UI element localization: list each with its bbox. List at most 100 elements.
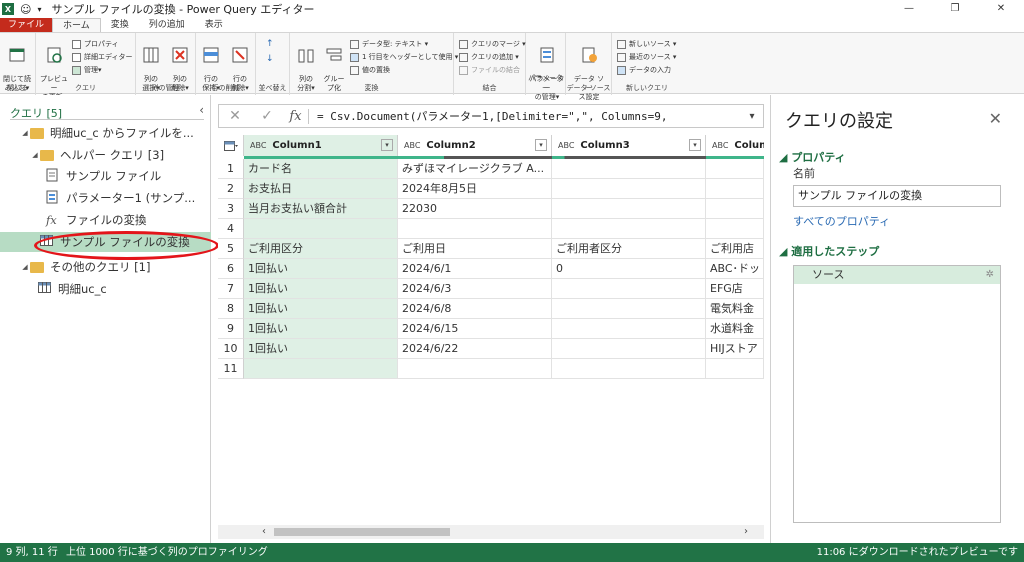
status-profiling[interactable]: 上位 1000 行に基づく列のプロファイリング bbox=[66, 543, 268, 562]
grid-cell[interactable]: みずほマイレージクラブ A... bbox=[398, 159, 552, 179]
sort-descending-button[interactable]: ↓ bbox=[266, 53, 274, 65]
grid-cell[interactable]: EFG店 bbox=[706, 279, 764, 299]
grid-cell[interactable]: 2024/6/22 bbox=[398, 339, 552, 359]
properties-button[interactable]: プロパティ bbox=[72, 38, 119, 50]
tab-file[interactable]: ファイル bbox=[0, 18, 53, 32]
data-type-dropdown[interactable]: データ型: テキスト ▾ bbox=[350, 38, 428, 50]
row-number[interactable]: 8 bbox=[218, 299, 244, 319]
scroll-right-icon[interactable]: › bbox=[744, 525, 748, 539]
grid-cell[interactable] bbox=[552, 359, 706, 379]
grid-cell[interactable]: 2024/6/15 bbox=[398, 319, 552, 339]
row-number[interactable]: 6 bbox=[218, 259, 244, 279]
table-menu-button[interactable] bbox=[218, 135, 244, 156]
close-settings-icon[interactable]: ✕ bbox=[989, 109, 1002, 128]
grid-cell[interactable]: カード名 bbox=[244, 159, 398, 179]
grid-cell[interactable]: 22030 bbox=[398, 199, 552, 219]
gear-icon[interactable]: ✲ bbox=[986, 266, 994, 284]
applied-steps-section-header[interactable]: ◢ 適用したステップ bbox=[779, 243, 879, 259]
expand-triangle-icon[interactable]: ◢ bbox=[30, 151, 40, 159]
row-number[interactable]: 1 bbox=[218, 159, 244, 179]
tree-item-other-queries-folder[interactable]: ◢ その他のクエリ [1] bbox=[0, 257, 210, 277]
tree-item-helper-folder[interactable]: ◢ ヘルパー クエリ [3] bbox=[0, 145, 210, 165]
text-type-icon[interactable]: ABC bbox=[250, 141, 266, 150]
collapse-pane-icon[interactable]: ‹ bbox=[199, 103, 204, 117]
text-type-icon[interactable]: ABC bbox=[558, 141, 574, 150]
row-number[interactable]: 10 bbox=[218, 339, 244, 359]
cancel-formula-icon[interactable]: ✕ bbox=[219, 108, 251, 124]
applied-step-source[interactable]: ソース ✲ bbox=[794, 266, 1000, 284]
column-header-3[interactable]: ABC Column3 ▾ bbox=[552, 135, 706, 156]
grid-cell[interactable] bbox=[706, 159, 764, 179]
column-header-4[interactable]: ABC Column4 bbox=[706, 135, 764, 156]
grid-cell[interactable]: 2024/6/1 bbox=[398, 259, 552, 279]
grid-cell[interactable]: 1回払い bbox=[244, 339, 398, 359]
grid-cell[interactable]: 0 bbox=[552, 259, 706, 279]
confirm-formula-icon[interactable]: ✓ bbox=[251, 108, 283, 124]
smiley-icon[interactable]: ☺ bbox=[20, 3, 31, 16]
grid-cell[interactable]: ご利用者区分 bbox=[552, 239, 706, 259]
grid-cell[interactable]: 2024/6/3 bbox=[398, 279, 552, 299]
row-number[interactable]: 5 bbox=[218, 239, 244, 259]
grid-cell[interactable]: 電気料金 bbox=[706, 299, 764, 319]
row-number[interactable]: 3 bbox=[218, 199, 244, 219]
fx-icon[interactable]: fx bbox=[283, 108, 309, 124]
advanced-editor-button[interactable]: 詳細エディター bbox=[72, 51, 133, 63]
grid-cell[interactable] bbox=[552, 299, 706, 319]
properties-section-header[interactable]: ◢ プロパティ bbox=[779, 149, 846, 165]
scrollbar-thumb[interactable] bbox=[274, 528, 450, 536]
grid-cell[interactable] bbox=[398, 359, 552, 379]
enter-data-button[interactable]: データの入力 bbox=[617, 64, 671, 76]
tree-item-transform-file[interactable]: fx ファイルの変換 bbox=[0, 210, 210, 230]
tab-add-column[interactable]: 列の追加 bbox=[139, 18, 195, 32]
row-number[interactable]: 2 bbox=[218, 179, 244, 199]
quick-access-dropdown-icon[interactable]: ▾ bbox=[37, 5, 41, 14]
grid-cell[interactable] bbox=[706, 179, 764, 199]
append-queries-button[interactable]: クエリの追加 ▾ bbox=[459, 51, 519, 63]
grid-cell[interactable] bbox=[244, 359, 398, 379]
expand-triangle-icon[interactable]: ◢ bbox=[20, 129, 30, 137]
tree-item-parameter1[interactable]: パラメーター1 (サンプ... bbox=[0, 188, 210, 208]
grid-cell[interactable] bbox=[244, 219, 398, 239]
minimize-button[interactable]: — bbox=[886, 0, 932, 18]
tree-item-meisai[interactable]: 明細uc_c bbox=[0, 279, 210, 299]
grid-cell[interactable]: ご利用区分 bbox=[244, 239, 398, 259]
horizontal-scrollbar[interactable]: ‹ › bbox=[218, 525, 764, 539]
grid-cell[interactable]: 2024年8月5日 bbox=[398, 179, 552, 199]
merge-queries-button[interactable]: クエリのマージ ▾ bbox=[459, 38, 526, 50]
tree-item-sample-file[interactable]: サンプル ファイル bbox=[0, 166, 210, 186]
new-source-button[interactable]: 新しいソース ▾ bbox=[617, 38, 676, 50]
tab-home[interactable]: ホーム bbox=[52, 18, 101, 32]
column-filter-dropdown-icon[interactable]: ▾ bbox=[689, 139, 701, 151]
grid-cell[interactable]: お支払日 bbox=[244, 179, 398, 199]
manage-button[interactable]: 管理▾ bbox=[72, 64, 102, 76]
grid-cell[interactable] bbox=[552, 179, 706, 199]
sort-ascending-button[interactable]: ↑ bbox=[266, 38, 274, 50]
grid-cell[interactable] bbox=[398, 219, 552, 239]
grid-cell[interactable]: 1回払い bbox=[244, 319, 398, 339]
row-number[interactable]: 7 bbox=[218, 279, 244, 299]
grid-cell[interactable]: HIJストア bbox=[706, 339, 764, 359]
scroll-left-icon[interactable]: ‹ bbox=[262, 525, 266, 539]
column-filter-dropdown-icon[interactable]: ▾ bbox=[381, 139, 393, 151]
tree-item-folder-root[interactable]: ◢ 明細uc_c からファイルを... bbox=[0, 123, 210, 143]
grid-cell[interactable]: 1回払い bbox=[244, 279, 398, 299]
grid-cell[interactable]: 1回払い bbox=[244, 299, 398, 319]
tab-transform[interactable]: 変換 bbox=[101, 18, 139, 32]
recent-sources-button[interactable]: 最近のソース ▾ bbox=[617, 51, 676, 63]
row-number[interactable]: 4 bbox=[218, 219, 244, 239]
close-button[interactable]: ✕ bbox=[978, 0, 1024, 18]
expand-triangle-icon[interactable]: ◢ bbox=[20, 263, 30, 271]
grid-cell[interactable]: 水道料金 bbox=[706, 319, 764, 339]
expand-formula-chevron-down-icon[interactable]: ▾ bbox=[741, 111, 763, 122]
column-filter-dropdown-icon[interactable]: ▾ bbox=[535, 139, 547, 151]
row-number[interactable]: 9 bbox=[218, 319, 244, 339]
tab-view[interactable]: 表示 bbox=[195, 18, 233, 32]
grid-cell[interactable]: ABC･ドットコ bbox=[706, 259, 764, 279]
grid-cell[interactable] bbox=[552, 339, 706, 359]
replace-values-button[interactable]: 値の置換 bbox=[350, 64, 390, 76]
grid-cell[interactable]: ご利用日 bbox=[398, 239, 552, 259]
grid-cell[interactable] bbox=[706, 359, 764, 379]
text-type-icon[interactable]: ABC bbox=[404, 141, 420, 150]
grid-cell[interactable] bbox=[552, 159, 706, 179]
formula-input[interactable]: = Csv.Document(パラメーター1,[Delimiter=",", C… bbox=[309, 108, 741, 124]
